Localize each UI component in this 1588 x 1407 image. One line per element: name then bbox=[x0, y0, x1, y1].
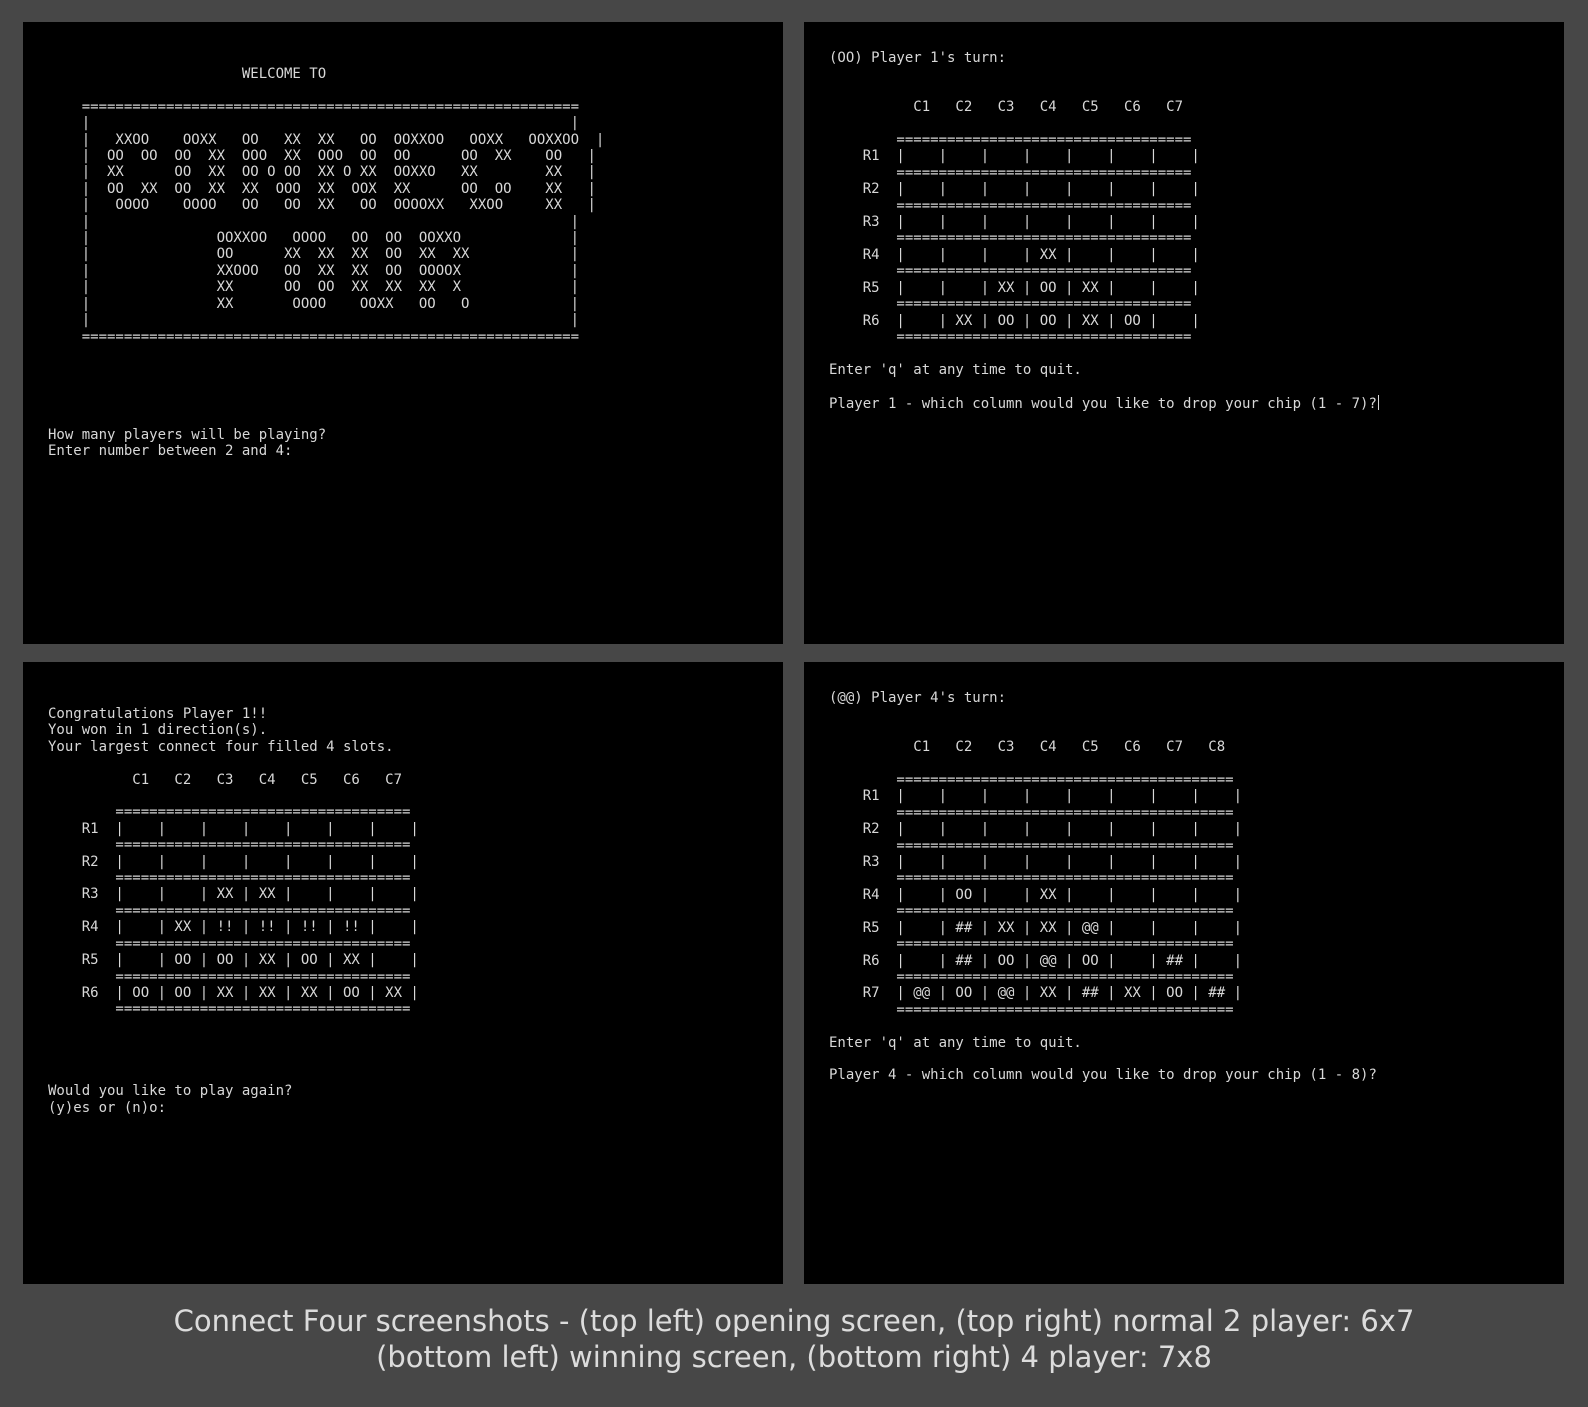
winning-screen-text: Congratulations Player 1!! You won in 1 … bbox=[48, 706, 419, 1116]
two-player-screen-text: (OO) Player 1's turn: C1 C2 C3 C4 C5 C6 … bbox=[829, 50, 1379, 412]
figure-caption: Connect Four screenshots - (top left) op… bbox=[0, 1303, 1588, 1375]
two-player-console: (OO) Player 1's turn: C1 C2 C3 C4 C5 C6 … bbox=[804, 22, 1564, 644]
four-player-console: (@@) Player 4's turn: C1 C2 C3 C4 C5 C6 … bbox=[804, 662, 1564, 1284]
two-player-board-text: (OO) Player 1's turn: C1 C2 C3 C4 C5 C6 … bbox=[829, 50, 1377, 412]
opening-screen-console: WELCOME TO =============================… bbox=[23, 22, 783, 644]
caption-line-2: (bottom left) winning screen, (bottom ri… bbox=[376, 1340, 1212, 1374]
four-player-screen-text: (@@) Player 4's turn: C1 C2 C3 C4 C5 C6 … bbox=[829, 690, 1377, 1084]
opening-screen-text: WELCOME TO =============================… bbox=[48, 66, 605, 460]
winning-screen-console: Congratulations Player 1!! You won in 1 … bbox=[23, 662, 783, 1284]
caption-line-1: Connect Four screenshots - (top left) op… bbox=[173, 1304, 1415, 1338]
text-cursor[interactable] bbox=[1377, 394, 1379, 410]
